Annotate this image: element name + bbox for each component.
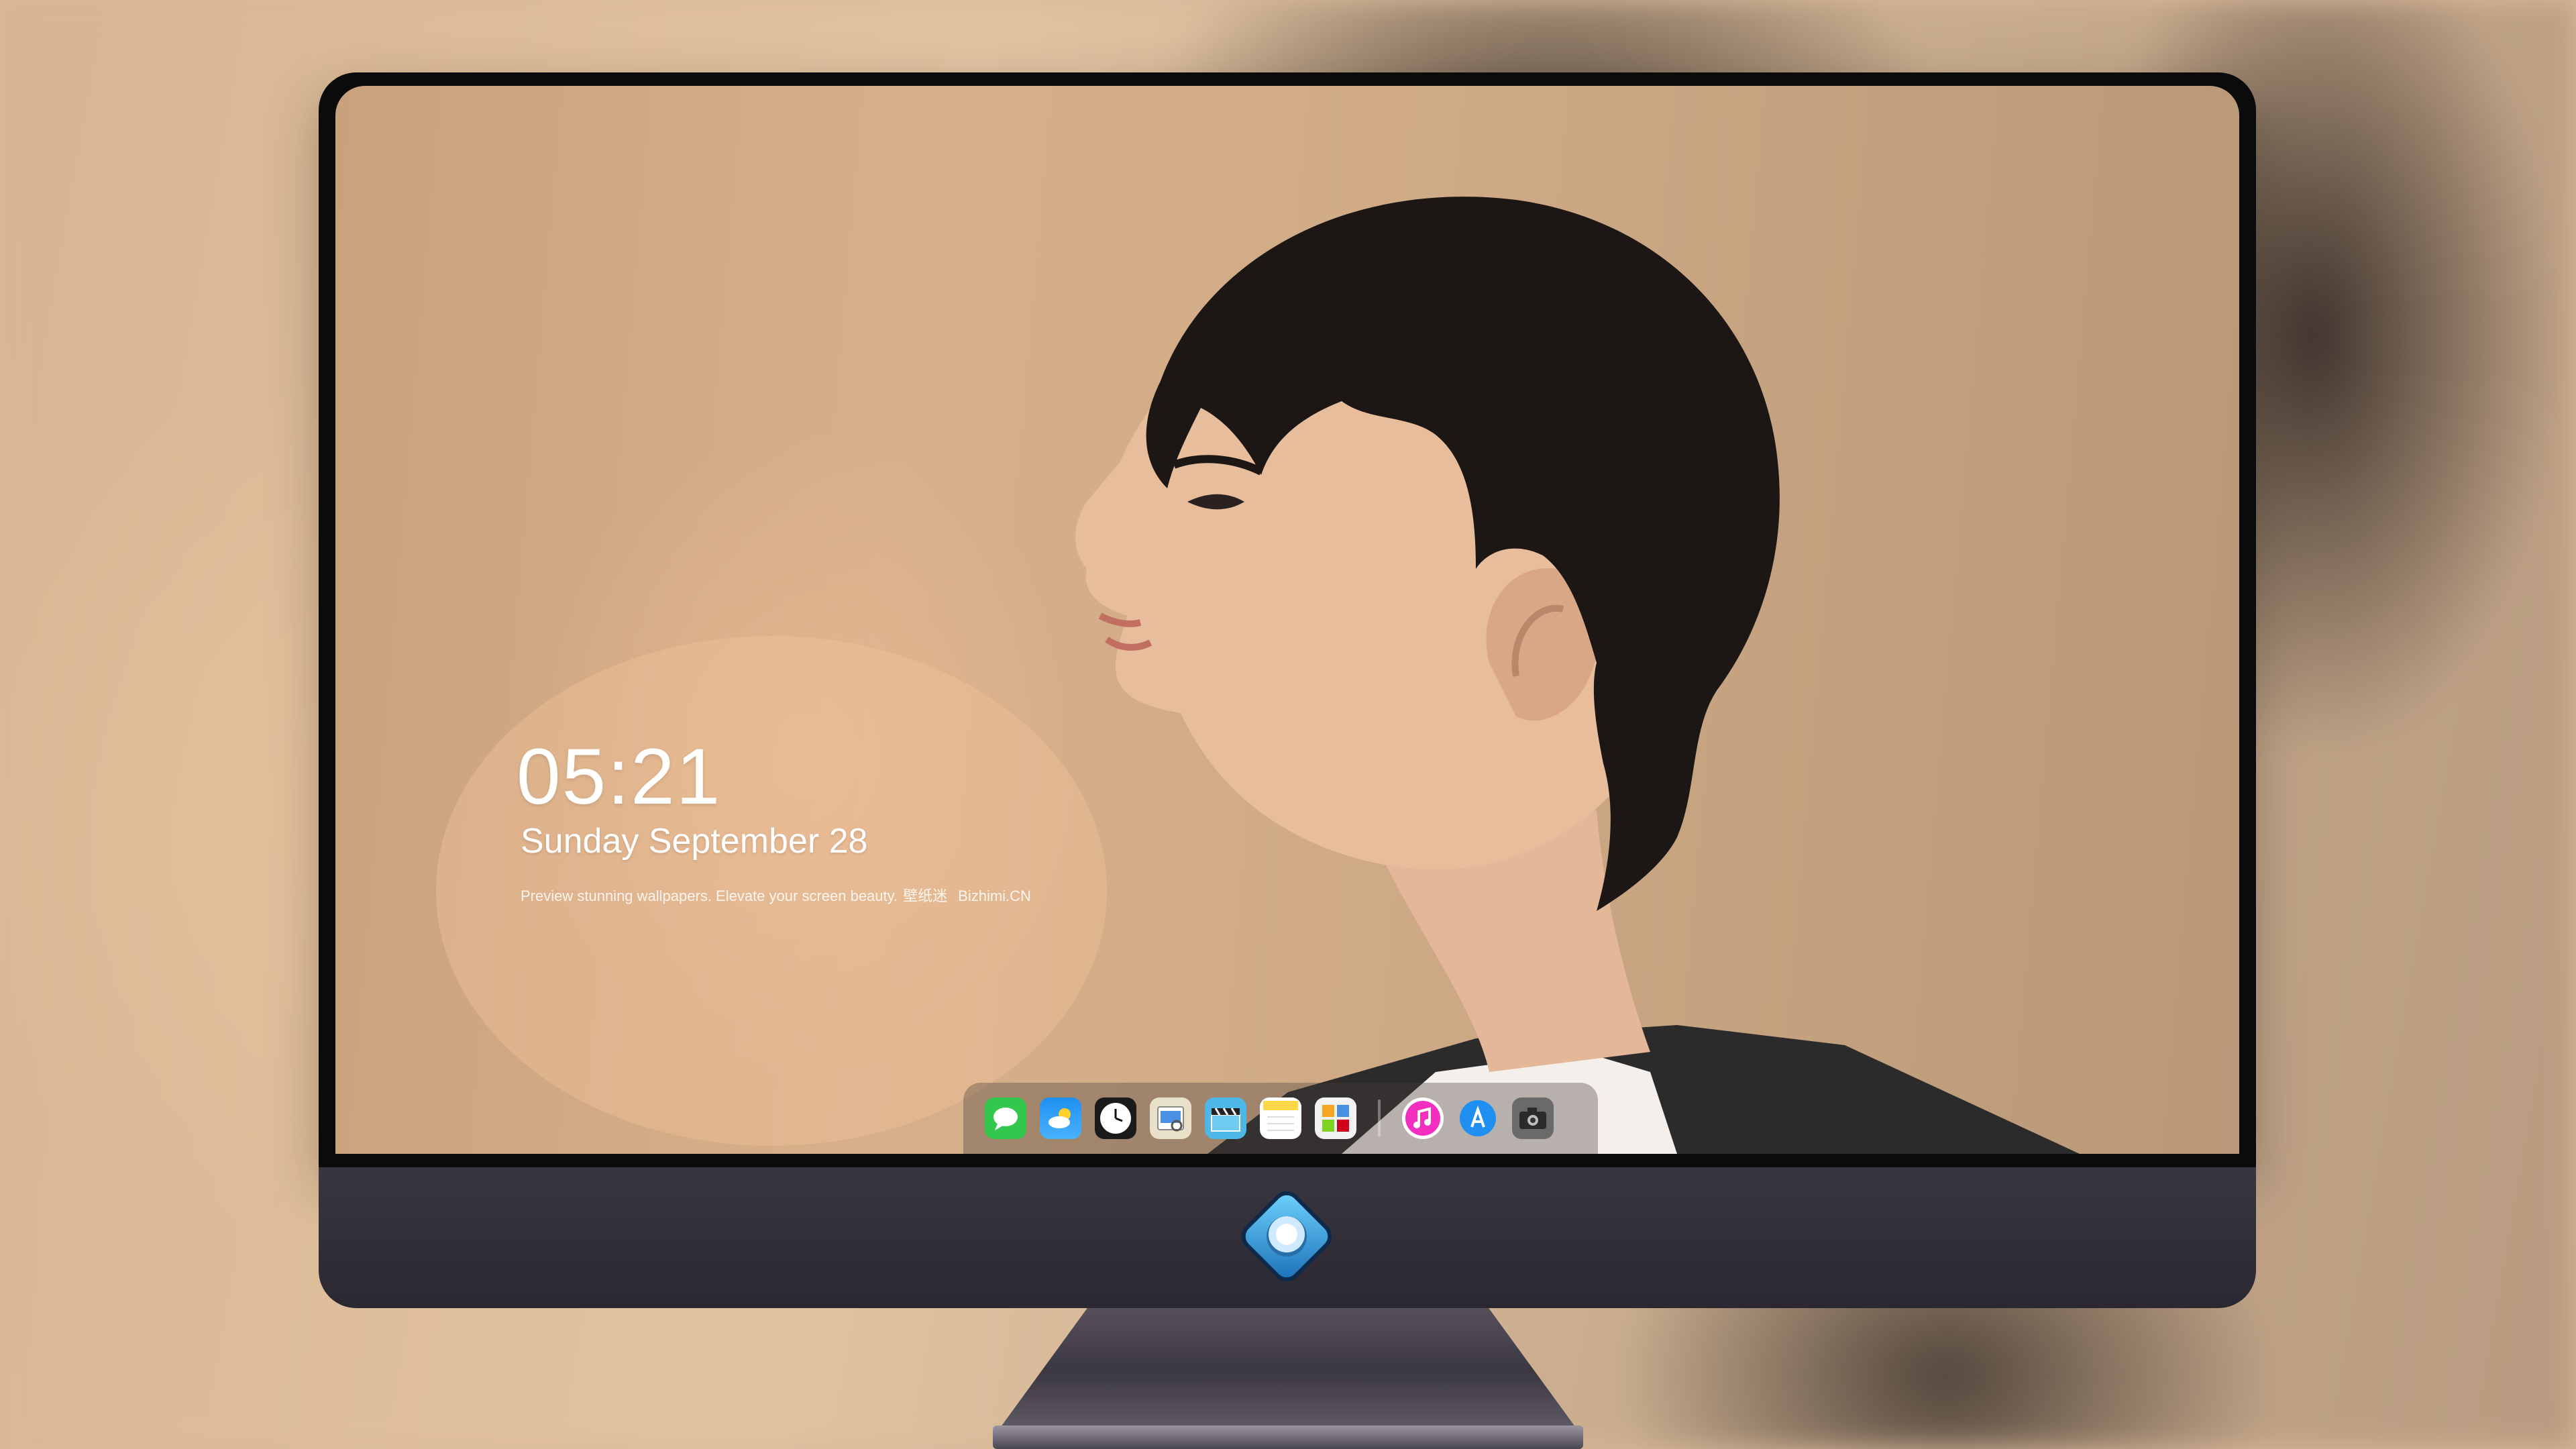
brand-logo-mascot bbox=[1267, 1216, 1307, 1256]
camera-icon bbox=[1519, 1108, 1546, 1129]
dock-item-weather[interactable] bbox=[1040, 1097, 1081, 1139]
notes-icon bbox=[1263, 1101, 1298, 1131]
music-icon bbox=[1405, 1101, 1440, 1136]
tagline-site: Bizhimi.CN bbox=[958, 888, 1031, 904]
tagline-cjk: 壁纸迷 bbox=[903, 888, 948, 904]
clock-icon bbox=[1100, 1103, 1131, 1134]
preview-icon bbox=[1157, 1106, 1184, 1132]
screen: 05:21 Sunday September 28 Preview stunni… bbox=[335, 86, 2239, 1154]
dock-item-app-store[interactable] bbox=[1457, 1097, 1499, 1139]
messages-icon bbox=[994, 1108, 1018, 1130]
weather-icon bbox=[1049, 1108, 1071, 1128]
dock-item-camera[interactable] bbox=[1512, 1097, 1554, 1139]
photos-grid-icon bbox=[1322, 1105, 1349, 1132]
tagline-text: Preview stunning wallpapers. Elevate you… bbox=[521, 888, 898, 904]
wallpaper-tagline: Preview stunning wallpapers. Elevate you… bbox=[521, 884, 1031, 906]
dock-item-clock[interactable] bbox=[1095, 1097, 1136, 1139]
dock-item-music[interactable] bbox=[1402, 1097, 1444, 1139]
imovie-clapper-icon bbox=[1211, 1108, 1240, 1132]
wallpaper-portrait bbox=[436, 197, 2080, 1154]
dock-separator bbox=[1378, 1099, 1381, 1137]
dock-item-photos[interactable] bbox=[1315, 1097, 1356, 1139]
monitor-stand-base bbox=[993, 1426, 1583, 1449]
dock-item-messages[interactable] bbox=[985, 1097, 1026, 1139]
lockscreen-time: 05:21 bbox=[517, 733, 722, 821]
dock bbox=[963, 1083, 1598, 1154]
dock-item-imovie[interactable] bbox=[1205, 1097, 1246, 1139]
app-store-icon bbox=[1460, 1100, 1496, 1136]
dock-item-notes[interactable] bbox=[1260, 1097, 1301, 1139]
lockscreen-date: Sunday September 28 bbox=[521, 822, 868, 861]
dock-item-preview[interactable] bbox=[1150, 1097, 1191, 1139]
